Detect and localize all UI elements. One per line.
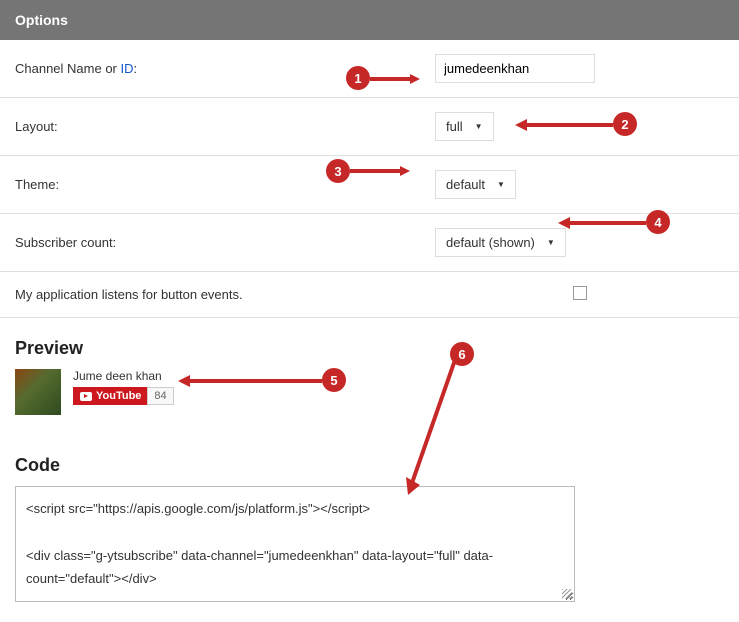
layout-select-cell: full ▼ (420, 98, 739, 156)
subscriber-count-badge: 84 (147, 387, 173, 405)
options-table: Channel Name or ID: Layout: full ▼ Theme… (0, 40, 739, 318)
row-theme: Theme: default ▼ (0, 156, 739, 214)
layout-select[interactable]: full ▼ (435, 112, 494, 141)
listens-checkbox[interactable] (573, 286, 587, 300)
youtube-subscribe-button[interactable]: YouTube 84 (73, 387, 174, 405)
row-layout: Layout: full ▼ (0, 98, 739, 156)
listens-label: My application listens for button events… (0, 272, 420, 318)
youtube-button-text: YouTube (96, 390, 141, 402)
preview-title: Preview (0, 318, 739, 369)
theme-label: Theme: (0, 156, 420, 214)
row-listens: My application listens for button events… (0, 272, 739, 318)
channel-avatar (15, 369, 61, 415)
theme-value: default (446, 177, 485, 192)
youtube-play-icon (80, 392, 92, 401)
channel-input-cell (420, 40, 739, 98)
channel-id-link[interactable]: ID (121, 61, 134, 76)
caret-icon: ▼ (547, 238, 555, 247)
preview-channel-name: Jume deen khan (73, 369, 174, 383)
caret-icon: ▼ (497, 180, 505, 189)
code-textarea[interactable]: <script src="https://apis.google.com/js/… (15, 486, 575, 602)
layout-value: full (446, 119, 463, 134)
layout-label: Layout: (0, 98, 420, 156)
code-title: Code (0, 435, 739, 486)
channel-label-suffix: : (134, 61, 138, 76)
theme-select-cell: default ▼ (420, 156, 739, 214)
row-channel: Channel Name or ID: (0, 40, 739, 98)
channel-label-prefix: Channel Name or (15, 61, 121, 76)
theme-select[interactable]: default ▼ (435, 170, 516, 199)
caret-icon: ▼ (475, 122, 483, 131)
listens-checkbox-cell (420, 272, 739, 318)
code-line-2: <div class="g-ytsubscribe" data-channel=… (26, 544, 564, 591)
channel-label: Channel Name or ID: (0, 40, 420, 98)
code-line-1: <script src="https://apis.google.com/js/… (26, 497, 564, 520)
options-header: Options (0, 0, 739, 40)
preview-area: Jume deen khan YouTube 84 (0, 369, 739, 435)
subscriber-select[interactable]: default (shown) ▼ (435, 228, 566, 257)
subscriber-label: Subscriber count: (0, 214, 420, 272)
subscriber-value: default (shown) (446, 235, 535, 250)
channel-name-input[interactable] (435, 54, 595, 83)
row-subscriber: Subscriber count: default (shown) ▼ (0, 214, 739, 272)
subscriber-select-cell: default (shown) ▼ (420, 214, 739, 272)
